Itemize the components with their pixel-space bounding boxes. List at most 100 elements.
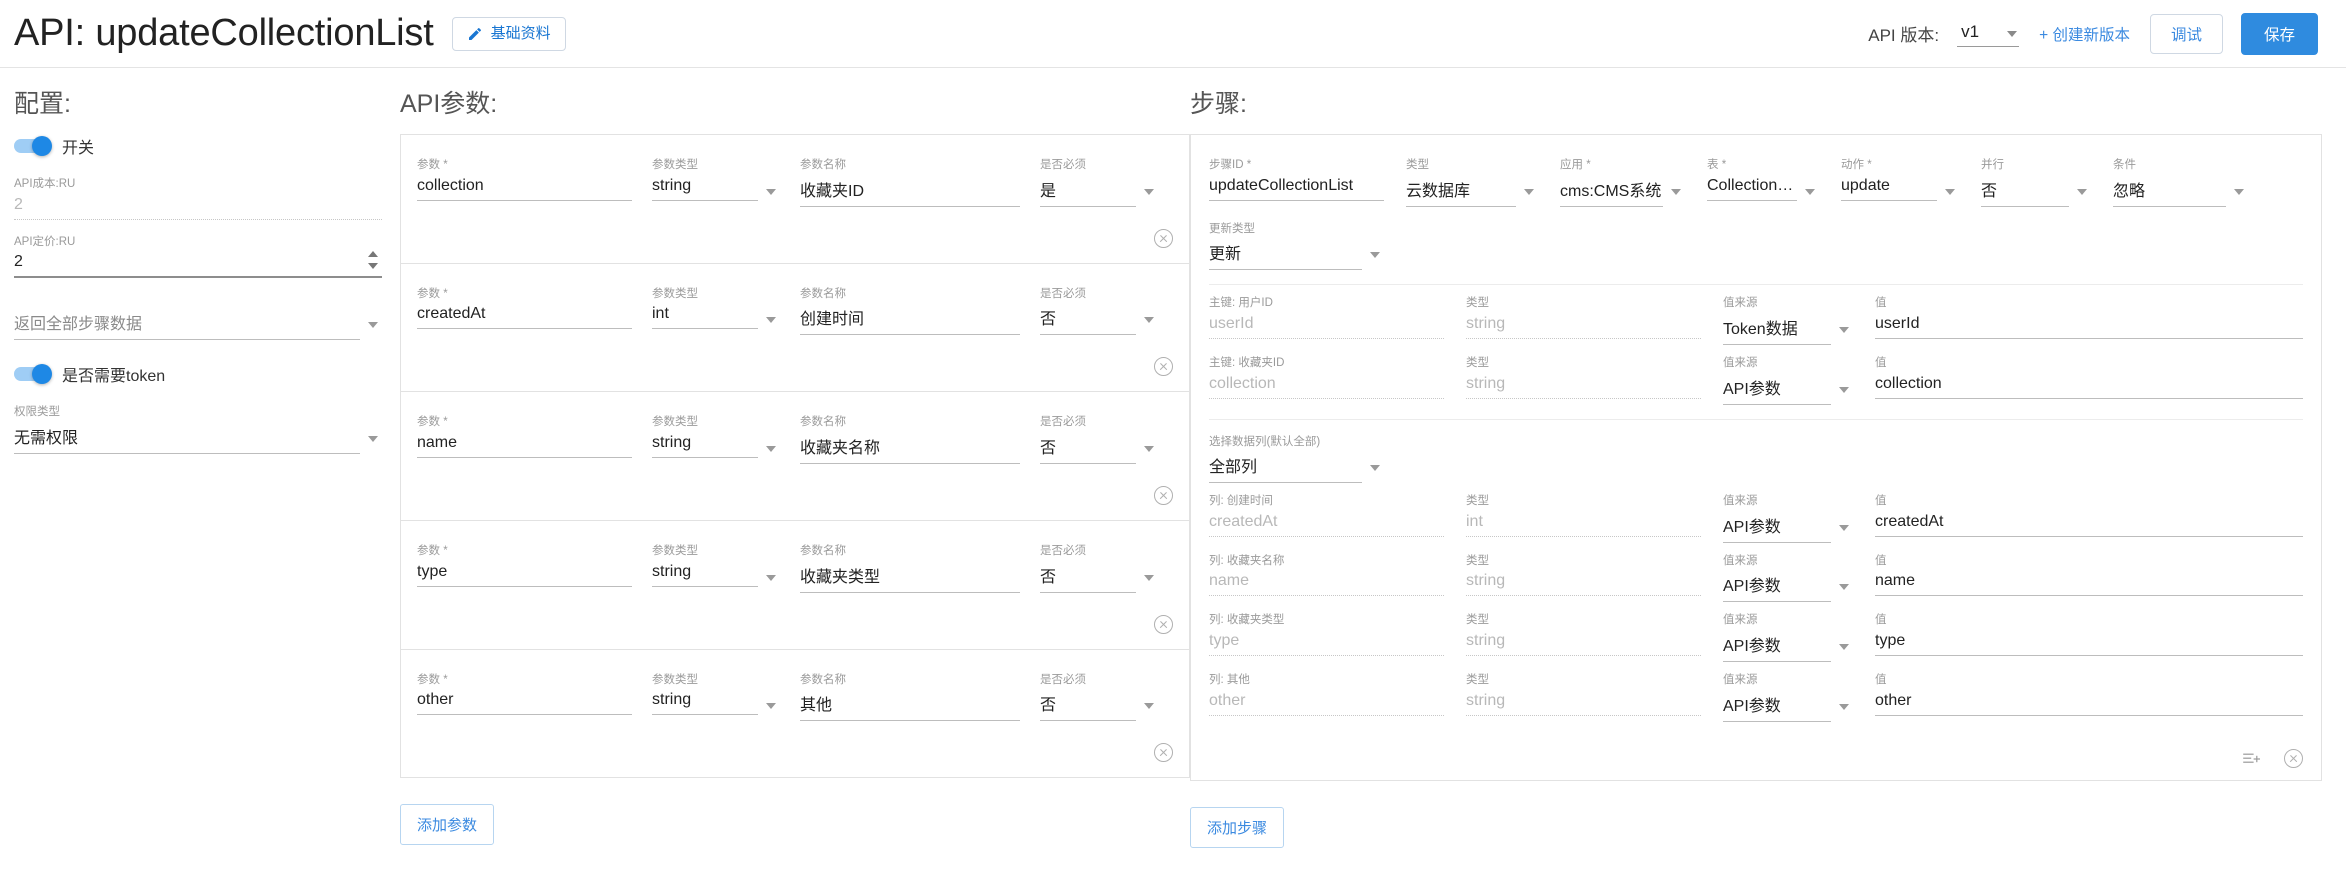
token-switch-row[interactable]: 是否需要token [14,362,382,386]
param-display-field[interactable]: 参数名称 收藏夹名称 [800,400,1020,464]
param-required-value[interactable]: 是 [1040,175,1136,207]
param-type-value[interactable]: int [652,303,758,330]
remove-param-icon[interactable] [1154,743,1173,763]
column-value-value[interactable]: other [1875,690,2303,716]
enable-switch-row[interactable]: 开关 [14,134,382,158]
column-type-field[interactable]: 类型 string [1466,543,1701,603]
column-source-field[interactable]: 值来源 API参数 [1723,543,1853,603]
column-type-value[interactable]: string [1466,570,1701,597]
step-field-应用[interactable]: 应用 * cms:CMS系统 [1560,143,1685,207]
param-required-field[interactable]: 是否必须否 [1040,272,1158,336]
create-version-button[interactable]: + 创建新版本 [2037,19,2132,49]
param-name-field[interactable]: 参数 * collection [417,143,632,207]
api-cost-value[interactable]: 2 [14,194,382,220]
update-type-value[interactable]: 更新 [1209,238,1362,271]
param-display-value[interactable]: 收藏夹名称 [800,432,1020,464]
update-type-field[interactable]: 更新类型 更新 [1209,207,1384,271]
param-name-field[interactable]: 参数 * other [417,658,632,722]
column-select-field[interactable]: 选择数据列(默认全部) 全部列 [1209,420,1384,484]
return-all-steps-field[interactable]: 返回全部步骤数据 [14,278,382,341]
primary-key-source-value[interactable]: Token数据 [1723,313,1831,345]
step-field-条件[interactable]: 条件 忽略 [2113,143,2248,207]
param-type-field[interactable]: 参数类型 string [652,143,780,207]
save-button[interactable]: 保存 [2240,12,2318,55]
primary-key-value-field[interactable]: 值 collection [1875,345,2303,405]
version-select[interactable]: v1 [1957,20,2020,47]
param-required-value[interactable]: 否 [1040,689,1136,722]
column-source-value[interactable]: API参数 [1723,690,1831,722]
step-field-value[interactable]: updateCollectionList [1209,175,1384,201]
column-type-field[interactable]: 类型 string [1466,662,1701,722]
param-name-value[interactable]: collection [417,175,632,201]
column-value-field[interactable]: 值 other [1875,662,2303,722]
step-field-表[interactable]: 表 * CollectionList [1707,143,1819,207]
api-price-value[interactable]: 2 [14,251,382,279]
permission-type-field[interactable]: 权限类型 无需权限 [14,390,382,454]
api-cost-field[interactable]: API成本:RU 2 [14,162,382,220]
param-display-value[interactable]: 收藏夹类型 [800,561,1020,593]
api-price-stepper[interactable] [368,251,380,270]
column-type-value[interactable]: int [1466,511,1701,537]
column-value-field[interactable]: 值 type [1875,602,2303,662]
param-required-field[interactable]: 是否必须是 [1040,143,1158,207]
param-name-value[interactable]: createdAt [417,303,632,330]
remove-param-icon[interactable] [1154,485,1173,505]
column-key-field[interactable]: 列: 其他 other [1209,662,1444,722]
column-value-field[interactable]: 值 createdAt [1875,483,2303,543]
basic-info-button[interactable]: 基础资料 [451,16,566,51]
column-value-field[interactable]: 值 name [1875,543,2303,603]
primary-key-type-field[interactable]: 类型 string [1466,345,1701,405]
token-toggle[interactable] [14,364,52,385]
step-field-动作[interactable]: 动作 * update [1841,143,1959,207]
param-display-value[interactable]: 其他 [800,689,1020,722]
param-type-value[interactable]: string [652,561,758,587]
column-type-value[interactable]: string [1466,630,1701,657]
api-price-field[interactable]: API定价:RU 2 [14,220,382,279]
remove-param-icon[interactable] [1154,357,1173,377]
param-required-field[interactable]: 是否必须否 [1040,658,1158,722]
param-display-field[interactable]: 参数名称 收藏夹ID [800,143,1020,207]
primary-key-source-value[interactable]: API参数 [1723,373,1831,405]
param-type-value[interactable]: string [652,175,758,201]
column-source-value[interactable]: API参数 [1723,511,1831,543]
step-field-value[interactable]: 忽略 [2113,175,2226,207]
param-name-field[interactable]: 参数 * type [417,529,632,593]
param-display-value[interactable]: 收藏夹ID [800,175,1020,207]
column-value-value[interactable]: type [1875,630,2303,657]
step-field-value[interactable]: CollectionList [1707,175,1797,201]
param-name-field[interactable]: 参数 * createdAt [417,272,632,336]
primary-key-key-field[interactable]: 主键: 用户ID userId [1209,285,1444,345]
primary-key-key-field[interactable]: 主键: 收藏夹ID collection [1209,345,1444,405]
step-field-步骤ID[interactable]: 步骤ID * updateCollectionList [1209,143,1384,207]
step-field-value[interactable]: 否 [1981,175,2069,207]
param-required-field[interactable]: 是否必须否 [1040,400,1158,464]
stepper-down-icon[interactable] [368,263,378,270]
param-display-field[interactable]: 参数名称 其他 [800,658,1020,722]
param-required-value[interactable]: 否 [1040,561,1136,593]
column-key-value[interactable]: createdAt [1209,511,1444,537]
primary-key-type-value[interactable]: string [1466,373,1701,399]
column-source-field[interactable]: 值来源 API参数 [1723,602,1853,663]
debug-button[interactable]: 调试 [2149,13,2223,54]
param-type-field[interactable]: 参数类型 int [652,272,780,336]
column-source-value[interactable]: API参数 [1723,570,1831,603]
primary-key-type-field[interactable]: 类型 string [1466,285,1701,345]
column-key-field[interactable]: 列: 收藏夹名称 name [1209,543,1444,603]
param-display-value[interactable]: 创建时间 [800,303,1020,336]
column-type-value[interactable]: string [1466,690,1701,716]
column-type-field[interactable]: 类型 string [1466,602,1701,662]
param-name-value[interactable]: name [417,432,632,458]
return-all-steps-value[interactable]: 返回全部步骤数据 [14,308,360,341]
param-required-field[interactable]: 是否必须否 [1040,529,1158,593]
column-key-value[interactable]: other [1209,690,1444,716]
step-field-value[interactable]: cms:CMS系统 [1560,175,1663,207]
step-field-并行[interactable]: 并行否 [1981,143,2091,207]
param-name-field[interactable]: 参数 * name [417,400,632,464]
column-key-field[interactable]: 列: 收藏夹类型 type [1209,602,1444,662]
add-list-icon[interactable] [2242,751,2262,767]
column-select-value[interactable]: 全部列 [1209,451,1362,484]
remove-param-icon[interactable] [1154,614,1173,634]
column-source-field[interactable]: 值来源 API参数 [1723,483,1853,543]
param-name-value[interactable]: type [417,561,632,587]
close-circle-icon[interactable] [2284,749,2303,769]
